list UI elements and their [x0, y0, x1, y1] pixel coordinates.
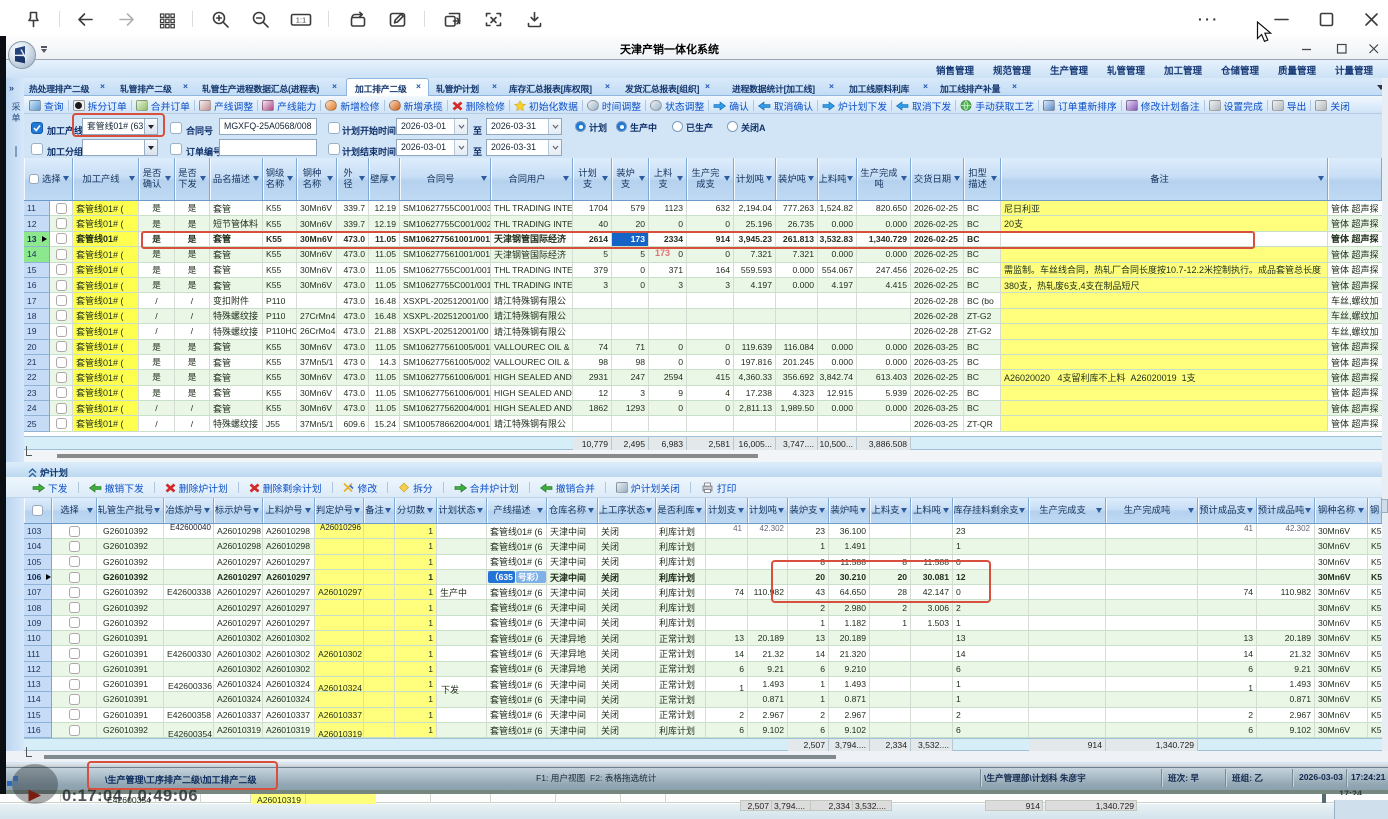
svg-text:1:1: 1:1: [296, 16, 306, 25]
